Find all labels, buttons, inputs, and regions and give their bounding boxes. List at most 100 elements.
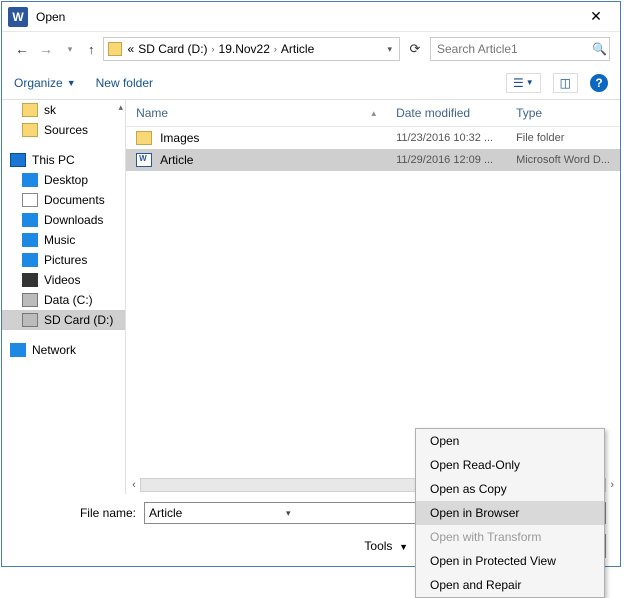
file-name: Images: [160, 131, 199, 145]
folder-icon: [136, 131, 152, 145]
sidebar-item-sk[interactable]: sk: [2, 100, 125, 120]
sidebar-item-label: Videos: [44, 273, 80, 287]
sidebar-item-label: This PC: [32, 153, 75, 167]
drive-icon: [22, 313, 38, 327]
nav-recent-dropdown[interactable]: ▾: [60, 44, 80, 55]
sidebar-item-data-c-[interactable]: Data (C:): [2, 290, 125, 310]
sidebar-item-label: Network: [32, 343, 76, 357]
close-button[interactable]: ✕: [578, 5, 614, 29]
titlebar: W Open ✕: [2, 2, 620, 32]
menu-item-open-and-repair[interactable]: Open and Repair: [416, 573, 604, 597]
doc-icon: [22, 193, 38, 207]
sidebar-item-label: Documents: [44, 193, 105, 207]
sidebar-item-label: Music: [44, 233, 75, 247]
sidebar-item-this-pc[interactable]: This PC: [2, 150, 125, 170]
net-icon: [10, 343, 26, 357]
sidebar-item-label: SD Card (D:): [44, 313, 113, 327]
sidebar-item-downloads[interactable]: Downloads: [2, 210, 125, 230]
preview-icon: ◫: [560, 76, 571, 90]
crumb-1[interactable]: 19.Nov22: [217, 42, 272, 56]
folder-icon: [22, 103, 38, 117]
word-app-icon: W: [8, 7, 28, 27]
menu-item-open-as-copy[interactable]: Open as Copy: [416, 477, 604, 501]
file-row[interactable]: Images 11/23/2016 10:32 ...File folder: [126, 127, 620, 149]
chevron-right-icon: ›: [210, 44, 217, 54]
col-name[interactable]: Name▴: [126, 100, 386, 126]
menu-item-open-read-only[interactable]: Open Read-Only: [416, 453, 604, 477]
scroll-up-icon[interactable]: ▴: [119, 102, 124, 113]
nav-forward: →: [36, 41, 56, 57]
crumb-2[interactable]: Article: [279, 42, 316, 56]
sidebar-item-label: sk: [44, 103, 56, 117]
file-row[interactable]: Article 11/29/2016 12:09 ...Microsoft Wor…: [126, 149, 620, 171]
menu-item-open[interactable]: Open: [416, 429, 604, 453]
sidebar-item-label: Desktop: [44, 173, 88, 187]
sidebar-item-pictures[interactable]: Pictures: [2, 250, 125, 270]
sort-indicator-icon: ▴: [372, 108, 377, 119]
sidebar: ▴ sk Sources This PC Desktop Documents Downlo…: [2, 100, 126, 494]
folder-icon: [108, 42, 122, 56]
search-icon[interactable]: 🔍: [592, 42, 607, 56]
file-type: File folder: [506, 130, 620, 146]
file-type: Microsoft Word D...: [506, 152, 620, 168]
file-name: Article: [160, 153, 193, 167]
pc-icon: [10, 153, 26, 167]
crumb-prefix: «: [126, 42, 137, 56]
crumb-0[interactable]: SD Card (D:): [136, 42, 209, 56]
drive-icon: [22, 293, 38, 307]
sidebar-item-label: Data (C:): [44, 293, 93, 307]
toolbar: Organize ▼ New folder ☰ ▼ ◫ ?: [2, 66, 620, 100]
menu-item-open-in-protected-view[interactable]: Open in Protected View: [416, 549, 604, 573]
sidebar-item-desktop[interactable]: Desktop: [2, 170, 125, 190]
vid-icon: [22, 273, 38, 287]
chevron-down-icon: ▼: [399, 542, 408, 552]
down-icon: [22, 213, 38, 227]
sidebar-item-sd-card-d-[interactable]: SD Card (D:): [2, 310, 125, 330]
sidebar-item-documents[interactable]: Documents: [2, 190, 125, 210]
scroll-right-icon[interactable]: ›: [610, 479, 614, 491]
sidebar-item-label: Pictures: [44, 253, 87, 267]
chevron-right-icon: ›: [272, 44, 279, 54]
address-dropdown[interactable]: ▾: [384, 44, 395, 55]
search-box[interactable]: 🔍: [430, 37, 610, 61]
refresh-button[interactable]: ⟳: [404, 41, 426, 57]
desktop-icon: [22, 173, 38, 187]
list-view-icon: ☰: [513, 76, 524, 90]
sidebar-item-label: Downloads: [44, 213, 103, 227]
menu-item-open-with-transform: Open with Transform: [416, 525, 604, 549]
sidebar-item-label: Sources: [44, 123, 88, 137]
column-headers: Name▴ Date modified Type: [126, 100, 620, 127]
music-icon: [22, 233, 38, 247]
nav-up[interactable]: ↑: [84, 42, 99, 57]
chevron-down-icon: ▼: [67, 78, 76, 88]
search-input[interactable]: [437, 42, 592, 56]
nav-back[interactable]: ←: [12, 41, 32, 57]
wfile-icon: [136, 153, 152, 167]
sidebar-item-videos[interactable]: Videos: [2, 270, 125, 290]
menu-item-open-in-browser[interactable]: Open in Browser: [416, 501, 604, 525]
filename-label: File name:: [16, 506, 136, 520]
organize-button[interactable]: Organize ▼: [14, 76, 76, 90]
view-mode-button[interactable]: ☰ ▼: [506, 73, 541, 93]
open-dropdown-menu: OpenOpen Read-OnlyOpen as CopyOpen in Br…: [415, 428, 605, 598]
preview-pane-button[interactable]: ◫: [553, 73, 578, 93]
sidebar-item-network[interactable]: Network: [2, 340, 125, 360]
file-date: 11/23/2016 10:32 ...: [386, 130, 506, 146]
col-type[interactable]: Type: [506, 100, 620, 126]
chevron-down-icon: ▼: [526, 78, 534, 87]
filename-input[interactable]: Article ▾: [144, 502, 428, 524]
address-bar[interactable]: « SD Card (D:) › 19.Nov22 › Article ▾: [103, 37, 401, 61]
col-date[interactable]: Date modified: [386, 100, 506, 126]
sidebar-item-sources[interactable]: Sources: [2, 120, 125, 140]
folder-icon: [22, 123, 38, 137]
scroll-left-icon[interactable]: ‹: [132, 479, 136, 491]
new-folder-button[interactable]: New folder: [96, 76, 153, 90]
sidebar-item-music[interactable]: Music: [2, 230, 125, 250]
window-title: Open: [36, 10, 578, 24]
pic-icon: [22, 253, 38, 267]
chevron-down-icon[interactable]: ▾: [283, 508, 423, 519]
nav-bar: ← → ▾ ↑ « SD Card (D:) › 19.Nov22 › Arti…: [2, 32, 620, 66]
help-button[interactable]: ?: [590, 74, 608, 92]
file-date: 11/29/2016 12:09 ...: [386, 152, 506, 168]
tools-button[interactable]: Tools ▼: [364, 539, 408, 553]
